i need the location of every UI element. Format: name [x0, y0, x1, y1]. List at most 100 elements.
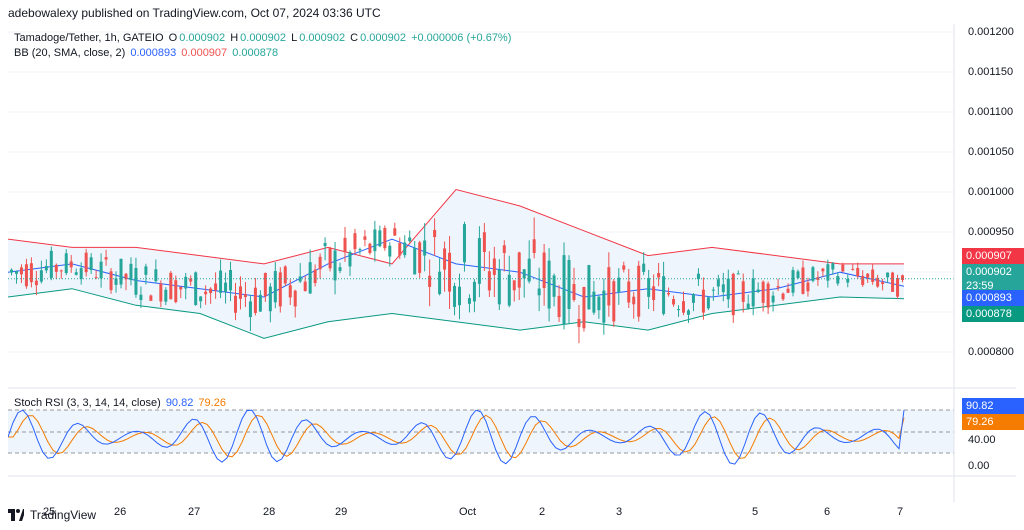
candle-body	[731, 273, 735, 316]
time-axis-label: 27	[188, 506, 201, 518]
candle-body	[706, 297, 710, 309]
candle-body	[283, 266, 287, 284]
footer-brand: TradingView	[30, 508, 97, 522]
candle-body	[109, 271, 113, 291]
candle-body	[622, 265, 626, 270]
candle-body	[408, 237, 412, 242]
candle-body	[69, 261, 73, 268]
candle-body	[612, 281, 616, 322]
candle-body	[836, 276, 840, 284]
candle-body	[736, 273, 740, 275]
candle-body	[462, 224, 466, 263]
candle-body	[851, 268, 855, 270]
candle-body	[278, 272, 282, 307]
candle-body	[572, 283, 576, 300]
price-axis-label: 0.001150	[968, 66, 1014, 78]
candle-body	[258, 294, 262, 312]
candle-body	[617, 277, 621, 293]
candle-body	[224, 282, 228, 292]
candle-body	[502, 245, 506, 254]
candle-body	[826, 264, 830, 281]
candle-body	[219, 270, 223, 293]
candle-body	[806, 282, 810, 292]
main-legend[interactable]: Tamadoge/Tether, 1h, GATEIO O 0.000902 H0…	[14, 32, 513, 44]
candle-body	[672, 299, 676, 305]
change-value: +0.000006 (+0.67%)	[411, 32, 512, 44]
bb-basis-value: 0.000893	[130, 47, 177, 59]
candle-body	[194, 272, 198, 305]
candle-body	[532, 239, 536, 253]
candle-body	[119, 258, 123, 285]
candle-body	[741, 281, 745, 302]
candle-body	[841, 264, 845, 272]
candle-body	[557, 295, 561, 318]
candle-body	[537, 288, 541, 296]
bb-legend[interactable]: BB (20, SMA, close, 2) 0.000893 0.000907…	[14, 47, 280, 59]
candle-body	[59, 270, 63, 272]
candle-body	[328, 248, 332, 269]
time-axis-label: Oct	[459, 506, 477, 518]
bb-upper-value: 0.000907	[181, 47, 228, 59]
candle-body	[323, 242, 327, 247]
tradingview-logo-icon	[8, 509, 24, 521]
candle-body	[139, 294, 143, 301]
candle-body	[667, 292, 671, 295]
candle-body	[288, 285, 292, 298]
candle-body	[134, 267, 138, 295]
candle-body	[229, 270, 233, 291]
candle-body	[293, 290, 297, 307]
candle-body	[353, 233, 357, 250]
candle-body	[627, 281, 631, 303]
candle-body	[896, 278, 900, 297]
candle-body	[487, 271, 491, 291]
candle-body	[104, 257, 108, 260]
candle-body	[238, 286, 242, 299]
candle-body	[383, 228, 387, 249]
candle-body	[313, 269, 317, 284]
candle-body	[701, 289, 705, 313]
candle-body	[831, 263, 835, 270]
candle-body	[19, 267, 23, 275]
candle-body	[438, 271, 442, 295]
candle-body	[686, 310, 690, 315]
close-label: C	[350, 32, 359, 44]
candle-body	[144, 266, 148, 275]
candle-body	[84, 252, 88, 273]
candle-body	[44, 265, 48, 271]
candle-body	[527, 258, 531, 282]
upper-band-tag: 0.000907	[962, 248, 1024, 264]
candle-body	[448, 252, 452, 292]
price-chart-svg[interactable]	[8, 24, 1016, 502]
candle-body	[199, 296, 203, 302]
open-value: 0.000902	[179, 32, 226, 44]
candle-body	[49, 250, 53, 278]
candle-body	[10, 269, 13, 273]
candle-body	[642, 263, 646, 272]
candle-body	[253, 287, 257, 313]
candle-body	[363, 236, 367, 240]
candle-body	[507, 274, 511, 306]
low-value: 0.000902	[299, 32, 346, 44]
candle-body	[577, 318, 581, 327]
candle-body	[567, 259, 571, 310]
candle-body	[477, 238, 481, 284]
candle-body	[886, 272, 890, 278]
candle-body	[522, 269, 526, 279]
candle-body	[761, 281, 765, 303]
price-axis-label: 0.001200	[968, 26, 1014, 38]
candle-body	[497, 269, 501, 305]
candle-body	[79, 268, 83, 280]
candle-body	[647, 278, 651, 297]
high-value: 0.000902	[240, 32, 287, 44]
high-label: H	[230, 32, 239, 44]
candle-body	[418, 242, 422, 273]
stoch-d-tag: 79.26	[962, 414, 1024, 430]
candle-body	[472, 281, 476, 302]
candle-body	[149, 295, 153, 301]
candle-body	[652, 286, 656, 301]
candle-body	[856, 267, 860, 277]
tradingview-footer[interactable]: TradingView	[8, 508, 96, 522]
candle-body	[393, 228, 397, 236]
stoch-legend[interactable]: Stoch RSI (3, 3, 14, 14, close) 90.82 79…	[14, 397, 228, 409]
candle-body	[94, 277, 98, 279]
